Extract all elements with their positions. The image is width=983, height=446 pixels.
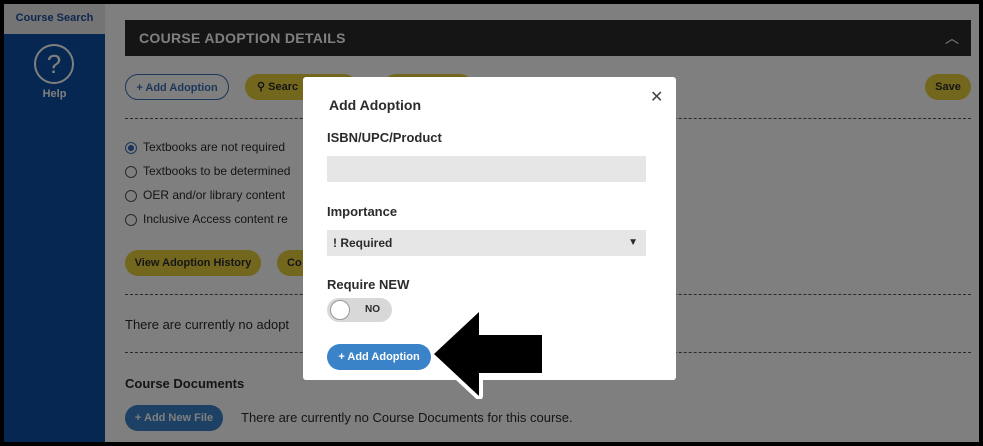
importance-select[interactable]: ! Required ▼ [327,230,646,256]
require-label-prefix: Require [327,277,380,292]
modal-title: Add Adoption [329,97,422,113]
toggle-value: NO [365,304,380,315]
isbn-label: ISBN/UPC/Product [327,130,442,145]
screen-frame: Course Search ? Help COURSE ADOPTION DET… [4,4,979,442]
importance-label: Importance [327,204,398,219]
modal-add-adoption-button[interactable]: + Add Adoption [327,344,431,370]
chevron-down-icon: ▼ [628,237,638,248]
close-icon[interactable]: ✕ [650,87,663,107]
importance-value: ! Required [333,236,393,250]
require-label-strong: NEW [379,277,410,292]
require-new-label: Require NEW [327,277,409,292]
toggle-knob[interactable] [330,300,350,320]
pointer-arrow-icon [434,309,546,399]
isbn-input[interactable] [327,156,646,182]
require-new-toggle[interactable]: NO [327,298,392,322]
